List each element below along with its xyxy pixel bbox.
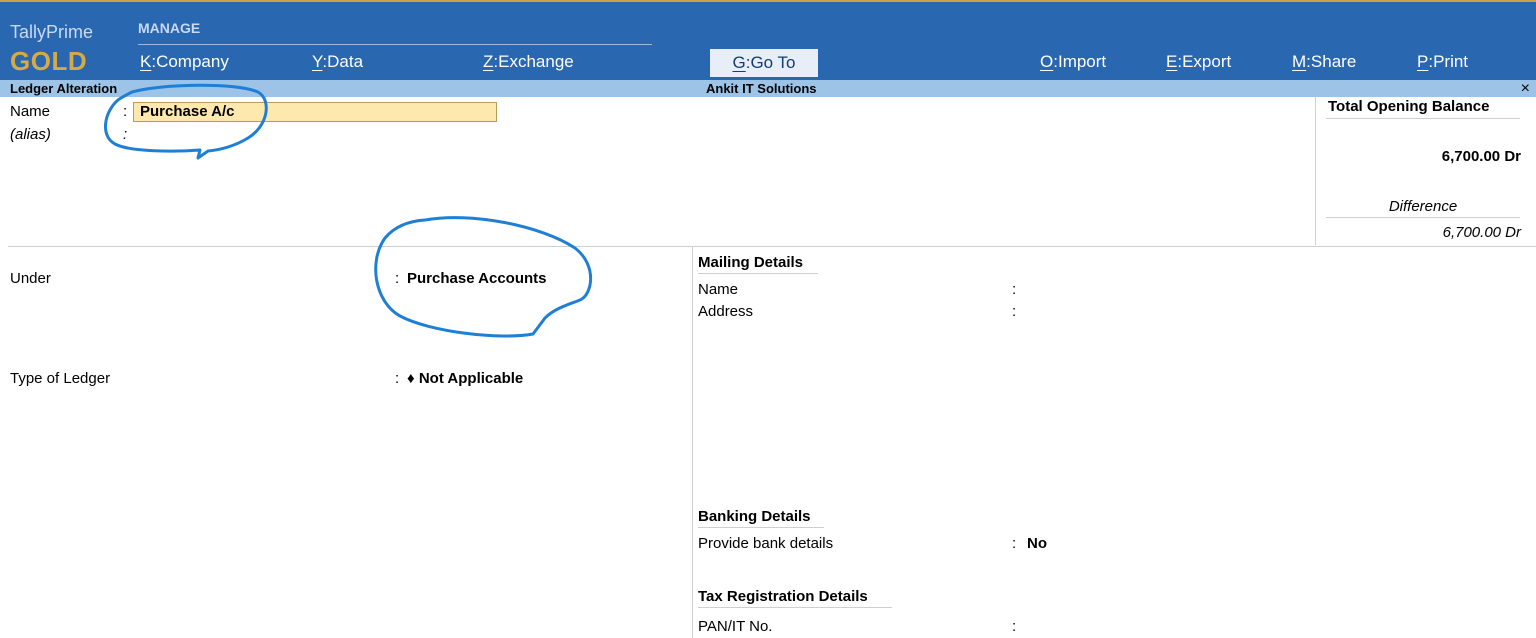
mailing-address-label: Address [698,303,754,320]
menu-company-button[interactable]: K:Company [140,52,229,72]
banking-details-heading: Banking Details [698,508,811,525]
section-divider [8,246,1536,247]
banking-heading-underline [698,527,824,528]
pan-it-no-input[interactable] [1024,617,1324,636]
provide-bank-details-colon: : [1012,535,1017,552]
mailing-name-colon: : [1012,281,1017,298]
name-label: Name [10,103,51,120]
type-of-ledger-value[interactable]: ♦ Not Applicable [407,370,523,387]
menu-share-button[interactable]: M:Share [1292,52,1356,72]
alias-input[interactable] [133,124,497,144]
difference-amount: 6,700.00 Dr [1442,224,1521,241]
close-icon[interactable]: × [1521,80,1530,97]
manage-section-label: MANAGE [138,20,201,36]
difference-label: Difference [1388,198,1458,215]
edition-label: GOLD [10,46,88,76]
total-opening-balance-amount: 6,700.00 Dr [1441,148,1521,165]
opening-balance-panel: Total Opening Balance 6,700.00 Dr Differ… [1315,97,1536,245]
under-value[interactable]: Purchase Accounts [407,270,547,287]
alias-label: (alias) [10,126,51,143]
type-of-ledger-colon: : [395,370,400,387]
total-opening-balance-title: Total Opening Balance [1328,98,1490,115]
provide-bank-details-label: Provide bank details [698,535,834,552]
difference-divider [1326,217,1520,218]
mailing-address-input[interactable] [1024,302,1324,321]
menu-export-button[interactable]: E:Export [1166,52,1231,72]
type-of-ledger-label: Type of Ledger [10,370,111,387]
under-colon: : [395,270,400,287]
column-divider [692,247,693,638]
mailing-address-colon: : [1012,303,1017,320]
mailing-details-heading: Mailing Details [698,254,804,271]
menu-goto-button[interactable]: G:Go To [710,49,818,77]
pan-it-no-label: PAN/IT No. [698,618,773,635]
tax-registration-heading: Tax Registration Details [698,588,868,605]
under-label: Under [10,270,51,287]
mailing-name-input[interactable] [1024,280,1324,299]
alias-colon: : [123,126,128,143]
mailing-heading-underline [698,273,818,274]
company-name: Ankit IT Solutions [706,81,817,96]
pan-it-no-colon: : [1012,618,1017,635]
app-name: TallyPrime [10,22,94,42]
menu-data-button[interactable]: Y:Data [312,52,363,72]
mailing-name-label: Name [698,281,739,298]
menu-print-button[interactable]: P:Print [1417,52,1468,72]
tax-heading-underline [698,607,892,608]
name-input[interactable]: Purchase A/c [133,102,497,122]
menu-import-button[interactable]: O:Import [1040,52,1106,72]
screen-title: Ledger Alteration [10,81,118,96]
screen-title-bar: Ledger Alteration Ankit IT Solutions × [0,80,1536,97]
manage-divider [138,44,652,45]
balance-title-underline [1326,118,1520,119]
provide-bank-details-value[interactable]: No [1027,535,1047,552]
name-colon: : [123,103,128,120]
menu-exchange-button[interactable]: Z:Exchange [483,52,574,72]
top-menu-bar: TallyPrime GOLD MANAGE K:Company Y:Data … [0,0,1536,80]
